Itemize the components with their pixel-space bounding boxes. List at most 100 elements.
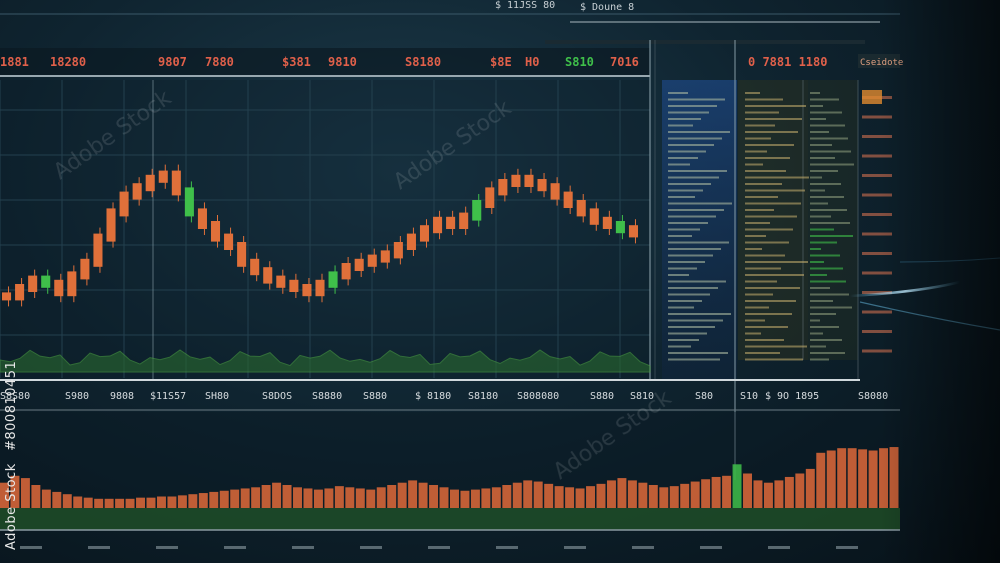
book-row xyxy=(810,228,834,231)
volume-bar xyxy=(732,464,742,508)
book-row xyxy=(810,144,832,146)
book-row xyxy=(745,131,798,133)
candle xyxy=(589,208,599,225)
main-chart-panel xyxy=(0,40,656,380)
candle xyxy=(41,275,51,288)
book-row xyxy=(810,170,838,172)
ticker-label: $381 xyxy=(282,55,311,69)
volume-bar xyxy=(805,468,815,508)
book-row xyxy=(668,313,731,315)
book-row xyxy=(745,228,793,231)
book-row xyxy=(668,254,713,257)
axis-bar: S8S80 S980 9808 $11S57 SH80 S8DOS S8880 S880 $ 8… xyxy=(0,379,900,411)
ticker-label: $8E xyxy=(490,55,512,69)
volume-bar xyxy=(156,496,166,508)
book-row xyxy=(810,261,824,263)
book-row xyxy=(810,352,845,354)
axis-label: S880 xyxy=(590,391,614,402)
volume-bar xyxy=(648,485,658,508)
axis-label: $ 9O 1895 xyxy=(765,391,819,402)
right-ticker-value: 0 7881 1180 xyxy=(748,55,827,69)
book-row xyxy=(668,137,722,140)
ticker-bar: 1881 18280 9807 7880 $381 9810 S8180 $8E… xyxy=(0,48,650,77)
side-label-id: #800810451 xyxy=(4,360,19,451)
volume-bar xyxy=(272,482,282,508)
book-row xyxy=(668,339,699,341)
volume-bar xyxy=(795,473,805,508)
book-row xyxy=(668,150,706,153)
book-row xyxy=(668,332,707,335)
bottom-tick xyxy=(768,546,790,549)
candle xyxy=(119,191,129,217)
stock-watermark-label: Adobe Stock #800810451 xyxy=(4,330,22,550)
book-row xyxy=(810,215,831,218)
book-row xyxy=(810,293,849,296)
book-row xyxy=(668,287,718,289)
axis-label: SH80 xyxy=(205,391,229,402)
volume-bar xyxy=(690,481,700,508)
axis-label: S980 xyxy=(65,391,89,402)
book-row xyxy=(668,209,724,211)
volume-bar xyxy=(512,482,522,508)
book-row xyxy=(810,196,844,198)
book-row xyxy=(668,131,730,133)
book-row xyxy=(810,189,825,192)
volume-bar xyxy=(837,448,847,508)
bottom-ticks xyxy=(20,546,858,549)
book-row xyxy=(810,358,829,361)
book-row xyxy=(810,105,823,107)
book-row xyxy=(668,183,711,185)
bottom-tick xyxy=(632,546,654,549)
volume-bar xyxy=(638,482,648,508)
book-row xyxy=(810,222,850,224)
candle xyxy=(315,279,325,297)
candle xyxy=(67,271,77,297)
volume-bar xyxy=(198,493,208,508)
candle xyxy=(419,225,430,242)
book-row xyxy=(810,157,835,159)
bottom-tick xyxy=(360,546,382,549)
book-row xyxy=(810,209,847,211)
volume-bar xyxy=(868,450,878,508)
volume-bar xyxy=(701,479,711,508)
volume-bar xyxy=(376,487,386,508)
book-row xyxy=(745,124,775,127)
book-row xyxy=(668,118,701,120)
bottom-tick xyxy=(156,546,178,549)
book-row xyxy=(745,163,763,166)
volume-bar xyxy=(586,486,596,508)
volume-bar xyxy=(753,480,763,508)
book-row xyxy=(810,267,843,270)
candle xyxy=(106,208,116,242)
candle xyxy=(446,216,456,229)
volume-bar xyxy=(481,488,491,508)
book-row xyxy=(745,98,783,101)
volume-bar xyxy=(366,489,376,508)
volume-bar xyxy=(334,486,344,508)
volume-bar xyxy=(230,489,240,508)
book-row xyxy=(810,137,848,140)
book-row xyxy=(668,176,719,179)
book-row xyxy=(745,358,803,361)
candle xyxy=(563,191,573,208)
book-row xyxy=(668,267,697,270)
volume-bar xyxy=(41,489,51,508)
candle xyxy=(171,170,181,196)
book-row xyxy=(810,345,826,348)
ticker-label: 9807 xyxy=(158,55,187,69)
book-row xyxy=(810,183,841,185)
book-row xyxy=(745,111,779,114)
book-row xyxy=(810,248,821,250)
book-row xyxy=(745,261,808,263)
candle xyxy=(380,250,390,263)
book-row xyxy=(745,287,800,289)
candle xyxy=(93,233,103,267)
book-row xyxy=(745,105,806,107)
volume-bar xyxy=(62,494,72,508)
ticker-value: 7880 xyxy=(205,55,234,69)
candle xyxy=(628,225,638,238)
book-row xyxy=(745,150,767,153)
book-row xyxy=(745,137,771,140)
volume-bar xyxy=(387,485,397,508)
book-row xyxy=(668,358,720,361)
